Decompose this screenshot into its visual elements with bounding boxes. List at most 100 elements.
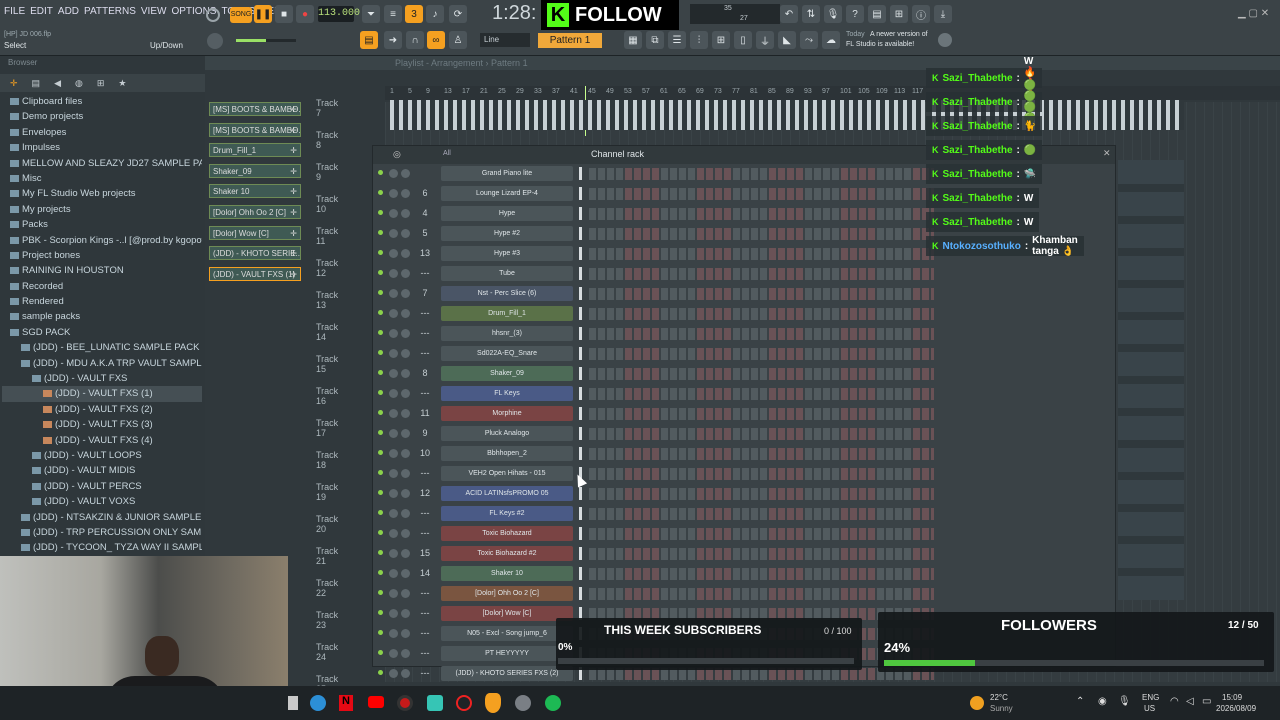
channel-row[interactable]: --- VEH2 Open Hihats - 015: [373, 466, 1113, 482]
browser-item[interactable]: (JDD) - MDU A.K.A TRP VAULT SAMPLE PACK: [2, 356, 202, 371]
channel-step-sequencer[interactable]: [589, 468, 934, 480]
browser-item[interactable]: (JDD) - VAULT VOXS: [2, 494, 202, 509]
lang-secondary[interactable]: US: [1144, 704, 1155, 713]
channel-mute-led[interactable]: [378, 390, 383, 395]
channel-step-sequencer[interactable]: [589, 448, 934, 460]
channel-mixer-track[interactable]: 12: [416, 488, 434, 498]
track-header[interactable]: Track 13: [316, 290, 338, 310]
channel-mute-led[interactable]: [378, 450, 383, 455]
channel-select-indicator[interactable]: [579, 447, 582, 460]
channel-mixer-track[interactable]: 8: [416, 368, 434, 378]
channel-name-button[interactable]: Shaker 10: [441, 566, 573, 581]
channel-name-button[interactable]: Shaker_09: [441, 366, 573, 381]
channel-name-button[interactable]: Toxic Biohazard: [441, 526, 573, 541]
picker-clip[interactable]: (JDD) - VAULT FXS (1) ✛: [209, 266, 301, 281]
channel-row[interactable]: 14 Shaker 10: [373, 566, 1113, 582]
channel-row[interactable]: 11 Morphine: [373, 406, 1113, 422]
browser-item[interactable]: sample packs: [2, 309, 202, 324]
menu-item-file[interactable]: FILE: [4, 6, 25, 17]
channel-name-button[interactable]: FL Keys #2: [441, 506, 573, 521]
stamp-icon[interactable]: ♙: [449, 31, 467, 49]
channel-select-indicator[interactable]: [579, 567, 582, 580]
channel-pan-knob[interactable]: [389, 249, 398, 258]
channel-name-button[interactable]: Morphine: [441, 406, 573, 421]
channel-name-button[interactable]: Toxic Biohazard #2: [441, 546, 573, 561]
arrow-icon[interactable]: ➜: [384, 31, 402, 49]
chat-username[interactable]: Sazi_Thabethe: [943, 217, 1013, 228]
browser-icon[interactable]: ☰: [668, 31, 686, 49]
chat-username[interactable]: Sazi_Thabethe: [943, 73, 1013, 84]
channel-step-sequencer[interactable]: [589, 188, 934, 200]
channel-mute-led[interactable]: [378, 650, 383, 655]
channel-mute-led[interactable]: [378, 230, 383, 235]
track-header[interactable]: Track 24: [316, 642, 338, 662]
netflix-icon[interactable]: N: [339, 695, 353, 711]
channel-name-button[interactable]: Hype: [441, 206, 573, 221]
browser-item[interactable]: (JDD) - VAULT MIDIS: [2, 463, 202, 478]
browser-item[interactable]: (JDD) - TRP PERCUSSION ONLY SAMPLE PACK: [2, 525, 202, 540]
channel-step-sequencer[interactable]: [589, 208, 934, 220]
track-header[interactable]: Track 18: [316, 450, 338, 470]
channel-name-button[interactable]: Tube: [441, 266, 573, 281]
chat-username[interactable]: Sazi_Thabethe: [943, 145, 1013, 156]
browser-item[interactable]: Misc: [2, 171, 202, 186]
track-header[interactable]: Track 14: [316, 322, 338, 342]
channel-mixer-track[interactable]: 4: [416, 208, 434, 218]
file-explorer-icon[interactable]: [288, 696, 298, 710]
channel-pan-knob[interactable]: [389, 529, 398, 538]
tray-mic-icon[interactable]: 🎙: [1118, 696, 1131, 707]
picker-clip-add-icon[interactable]: ✛: [290, 206, 297, 218]
browser-item[interactable]: (JDD) - NTSAKZIN & JUNIOR SAMPLE PACK: [2, 510, 202, 525]
channel-pan-knob[interactable]: [389, 669, 398, 678]
record-mode-icon[interactable]: [206, 8, 220, 22]
browser-item[interactable]: Clipboard files: [2, 94, 202, 109]
channel-mute-led[interactable]: [378, 170, 383, 175]
channel-mixer-track[interactable]: ---: [416, 628, 434, 638]
chat-username[interactable]: Sazi_Thabethe: [943, 169, 1013, 180]
channel-pan-knob[interactable]: [389, 589, 398, 598]
wifi-icon[interactable]: ◠: [1170, 696, 1179, 707]
clock-date[interactable]: 2026/08/09: [1216, 704, 1256, 713]
channel-pan-knob[interactable]: [389, 509, 398, 518]
channel-mute-led[interactable]: [378, 310, 383, 315]
cloud-icon[interactable]: ☁: [822, 31, 840, 49]
channel-step-sequencer[interactable]: [589, 528, 934, 540]
channel-row[interactable]: --- Drum_Fill_1: [373, 306, 1113, 322]
picker-clip-add-icon[interactable]: ✛: [290, 247, 297, 259]
picker-clip-add-icon[interactable]: ✛: [290, 165, 297, 177]
channel-volume-knob[interactable]: [401, 369, 410, 378]
channel-name-button[interactable]: [Dolor] Wow [C]: [441, 606, 573, 621]
chat-username[interactable]: Ntokozosothuko: [943, 241, 1021, 252]
browser-item[interactable]: Recorded: [2, 279, 202, 294]
browser-back-icon[interactable]: ◀: [54, 78, 61, 89]
channel-mixer-track[interactable]: 11: [416, 408, 434, 418]
picker-clip-add-icon[interactable]: ✛: [290, 144, 297, 156]
channel-row[interactable]: --- FL Keys: [373, 386, 1113, 402]
tempo-display[interactable]: 113.000: [318, 6, 360, 22]
browser-item[interactable]: MELLOW AND SLEAZY JD27 SAMPLE PACKS: [2, 156, 202, 171]
channel-select-indicator[interactable]: [579, 287, 582, 300]
channel-pan-knob[interactable]: [389, 349, 398, 358]
channel-name-button[interactable]: [Dolor] Ohh Oo 2 [C]: [441, 586, 573, 601]
channel-select-indicator[interactable]: [579, 547, 582, 560]
channel-rack-menu-icon[interactable]: ◎: [393, 149, 401, 160]
channel-pan-knob[interactable]: [389, 269, 398, 278]
track-header[interactable]: Track 7: [316, 98, 338, 118]
channel-name-button[interactable]: Hype #2: [441, 226, 573, 241]
channel-step-sequencer[interactable]: [589, 588, 934, 600]
browser-mix-icon[interactable]: ◍: [75, 78, 83, 89]
channel-name-button[interactable]: Nst - Perc Slice (6): [441, 286, 573, 301]
channel-row[interactable]: --- hhsnr_(3): [373, 326, 1113, 342]
channel-name-button[interactable]: Grand Piano lite: [441, 166, 573, 181]
save-icon[interactable]: ▤: [868, 5, 886, 23]
channel-select-indicator[interactable]: [579, 407, 582, 420]
channel-volume-knob[interactable]: [401, 189, 410, 198]
channel-name-button[interactable]: Drum_Fill_1: [441, 306, 573, 321]
channel-name-button[interactable]: PT HEYYYYY: [441, 646, 573, 661]
channel-pan-knob[interactable]: [389, 229, 398, 238]
fl-studio-icon[interactable]: [485, 693, 501, 713]
channel-pan-knob[interactable]: [389, 209, 398, 218]
channel-mute-led[interactable]: [378, 570, 383, 575]
picker-clip[interactable]: [Dolor] Wow [C] ✛: [209, 225, 301, 240]
wait-record-icon[interactable]: ≡: [384, 5, 402, 23]
